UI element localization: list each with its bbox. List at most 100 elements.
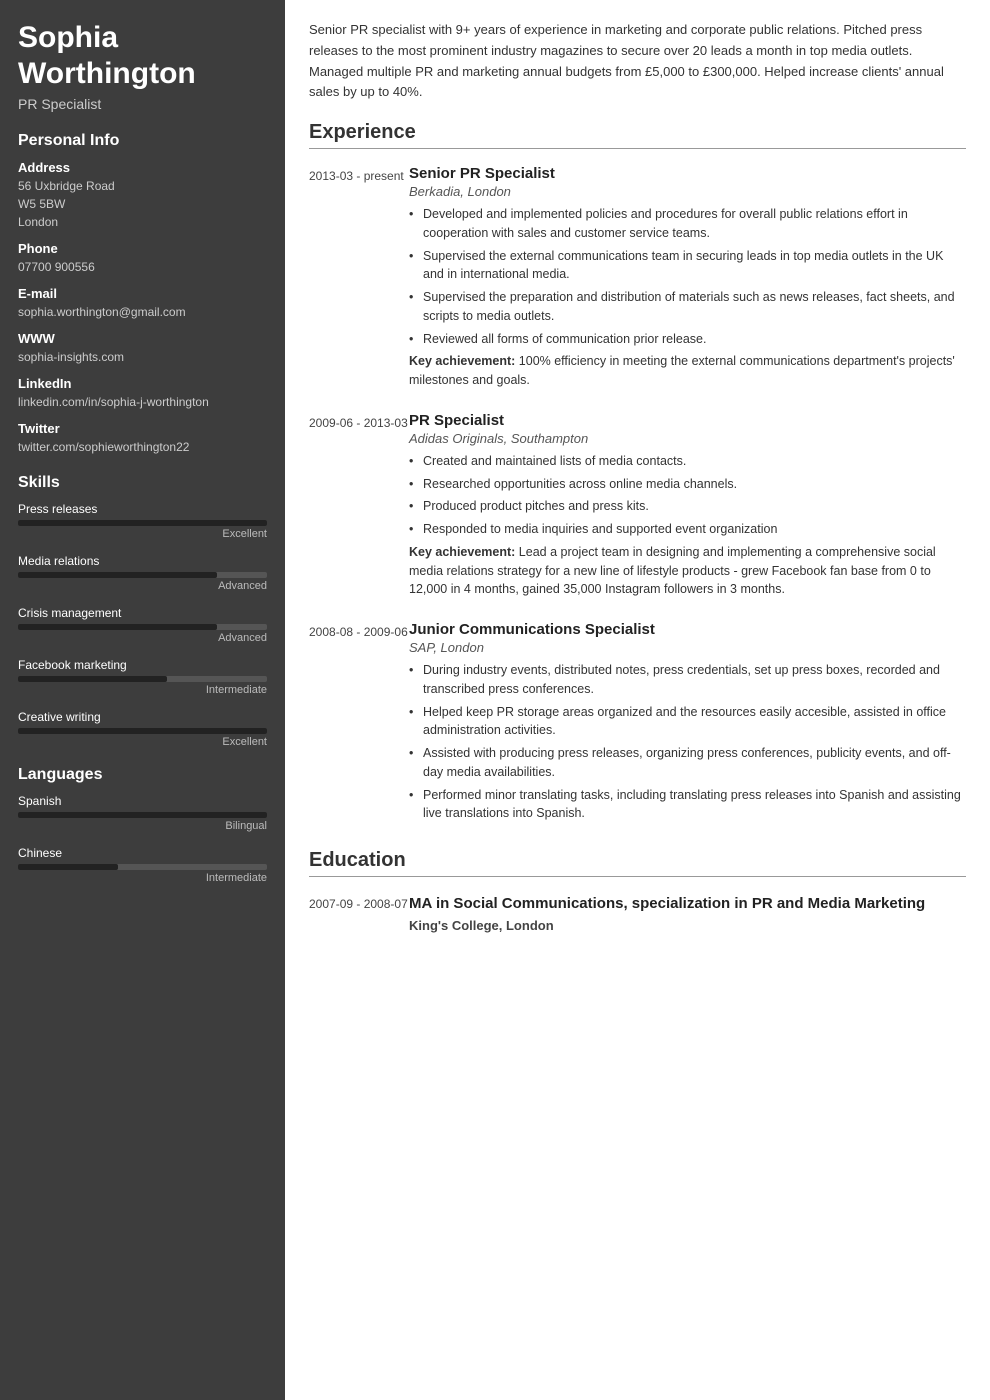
skill-bar-fill <box>18 520 267 526</box>
exp-job-title: Senior PR Specialist <box>409 165 966 182</box>
linkedin-value: linkedin.com/in/sophia-j-worthington <box>18 393 267 411</box>
sidebar: Sophia Worthington PR Specialist Persona… <box>0 0 285 1400</box>
skill-bar-bg <box>18 624 267 630</box>
skill-bar-fill <box>18 728 267 734</box>
language-name: Chinese <box>18 846 267 860</box>
phone-label: Phone <box>18 241 267 256</box>
experience-list: 2013-03 - present Senior PR Specialist B… <box>309 165 966 827</box>
language-level: Bilingual <box>18 820 267 832</box>
exp-bullet: During industry events, distributed note… <box>409 661 966 699</box>
exp-job-title: Junior Communications Specialist <box>409 621 966 638</box>
language-bar-fill <box>18 812 267 818</box>
skill-level: Advanced <box>18 580 267 592</box>
skill-name: Media relations <box>18 554 267 568</box>
skill-name: Facebook marketing <box>18 658 267 672</box>
language-bar-bg <box>18 864 267 870</box>
language-level: Intermediate <box>18 872 267 884</box>
education-list: 2007-09 - 2008-07 MA in Social Communica… <box>309 893 966 933</box>
skill-bar-bg <box>18 572 267 578</box>
exp-bullet: Performed minor translating tasks, inclu… <box>409 786 966 824</box>
phone-block: Phone 07700 900556 <box>18 241 267 276</box>
skill-bar-fill <box>18 676 167 682</box>
main-content: Senior PR specialist with 9+ years of ex… <box>285 0 990 1400</box>
experience-block: 2008-08 - 2009-06 Junior Communications … <box>309 621 966 827</box>
address-label: Address <box>18 160 267 175</box>
exp-company: Adidas Originals, Southampton <box>409 431 966 446</box>
skill-bar-fill <box>18 572 217 578</box>
www-block: WWW sophia-insights.com <box>18 331 267 366</box>
exp-bullet: Developed and implemented policies and p… <box>409 205 966 243</box>
skills-heading: Skills <box>18 474 267 492</box>
edu-content: MA in Social Communications, specializat… <box>409 893 966 933</box>
languages-list: Spanish Bilingual Chinese Intermediate <box>18 794 267 884</box>
skills-list: Press releases Excellent Media relations… <box>18 502 267 748</box>
candidate-title: PR Specialist <box>18 96 267 112</box>
exp-achievement: Key achievement: 100% efficiency in meet… <box>409 352 966 390</box>
exp-bullet: Supervised the external communications t… <box>409 247 966 285</box>
language-item: Spanish Bilingual <box>18 794 267 832</box>
skill-level: Intermediate <box>18 684 267 696</box>
exp-content: Junior Communications Specialist SAP, Lo… <box>409 621 966 827</box>
linkedin-label: LinkedIn <box>18 376 267 391</box>
skill-bar-bg <box>18 728 267 734</box>
exp-bullet: Researched opportunities across online m… <box>409 475 966 494</box>
education-heading: Education <box>309 849 966 877</box>
exp-content: Senior PR Specialist Berkadia, London De… <box>409 165 966 390</box>
skill-item: Creative writing Excellent <box>18 710 267 748</box>
experience-block: 2013-03 - present Senior PR Specialist B… <box>309 165 966 390</box>
email-value: sophia.worthington@gmail.com <box>18 303 267 321</box>
languages-heading: Languages <box>18 766 267 784</box>
exp-bullets: Created and maintained lists of media co… <box>409 452 966 539</box>
exp-company: SAP, London <box>409 640 966 655</box>
twitter-block: Twitter twitter.com/sophieworthington22 <box>18 421 267 456</box>
skill-name: Crisis management <box>18 606 267 620</box>
edu-degree: MA in Social Communications, specializat… <box>409 893 966 914</box>
skill-item: Press releases Excellent <box>18 502 267 540</box>
experience-block: 2009-06 - 2013-03 PR Specialist Adidas O… <box>309 412 966 599</box>
skill-item: Crisis management Advanced <box>18 606 267 644</box>
language-bar-fill <box>18 864 118 870</box>
www-label: WWW <box>18 331 267 346</box>
exp-achievement: Key achievement: Lead a project team in … <box>409 543 966 599</box>
exp-bullet: Created and maintained lists of media co… <box>409 452 966 471</box>
exp-date: 2008-08 - 2009-06 <box>309 621 409 827</box>
edu-date: 2007-09 - 2008-07 <box>309 893 409 933</box>
skill-bar-bg <box>18 520 267 526</box>
www-value: sophia-insights.com <box>18 348 267 366</box>
education-block: 2007-09 - 2008-07 MA in Social Communica… <box>309 893 966 933</box>
exp-bullets: Developed and implemented policies and p… <box>409 205 966 348</box>
exp-bullets: During industry events, distributed note… <box>409 661 966 823</box>
skill-name: Creative writing <box>18 710 267 724</box>
phone-value: 07700 900556 <box>18 258 267 276</box>
edu-school: King's College, London <box>409 918 966 933</box>
linkedin-block: LinkedIn linkedin.com/in/sophia-j-worthi… <box>18 376 267 411</box>
exp-bullet: Helped keep PR storage areas organized a… <box>409 703 966 741</box>
skill-name: Press releases <box>18 502 267 516</box>
exp-date: 2009-06 - 2013-03 <box>309 412 409 599</box>
exp-job-title: PR Specialist <box>409 412 966 429</box>
skill-bar-bg <box>18 676 267 682</box>
exp-bullet: Assisted with producing press releases, … <box>409 744 966 782</box>
language-name: Spanish <box>18 794 267 808</box>
exp-date: 2013-03 - present <box>309 165 409 390</box>
exp-content: PR Specialist Adidas Originals, Southamp… <box>409 412 966 599</box>
experience-heading: Experience <box>309 121 966 149</box>
twitter-label: Twitter <box>18 421 267 436</box>
email-block: E-mail sophia.worthington@gmail.com <box>18 286 267 321</box>
email-label: E-mail <box>18 286 267 301</box>
skill-item: Facebook marketing Intermediate <box>18 658 267 696</box>
exp-company: Berkadia, London <box>409 184 966 199</box>
language-bar-bg <box>18 812 267 818</box>
skill-level: Excellent <box>18 528 267 540</box>
twitter-value: twitter.com/sophieworthington22 <box>18 438 267 456</box>
skill-bar-fill <box>18 624 217 630</box>
address-block: Address 56 Uxbridge Road W5 5BW London <box>18 160 267 231</box>
address-line-2: W5 5BW <box>18 195 267 213</box>
personal-info-heading: Personal Info <box>18 132 267 150</box>
exp-bullet: Responded to media inquiries and support… <box>409 520 966 539</box>
summary-text: Senior PR specialist with 9+ years of ex… <box>309 20 966 103</box>
exp-bullet: Supervised the preparation and distribut… <box>409 288 966 326</box>
address-line-3: London <box>18 213 267 231</box>
skill-level: Advanced <box>18 632 267 644</box>
skill-level: Excellent <box>18 736 267 748</box>
